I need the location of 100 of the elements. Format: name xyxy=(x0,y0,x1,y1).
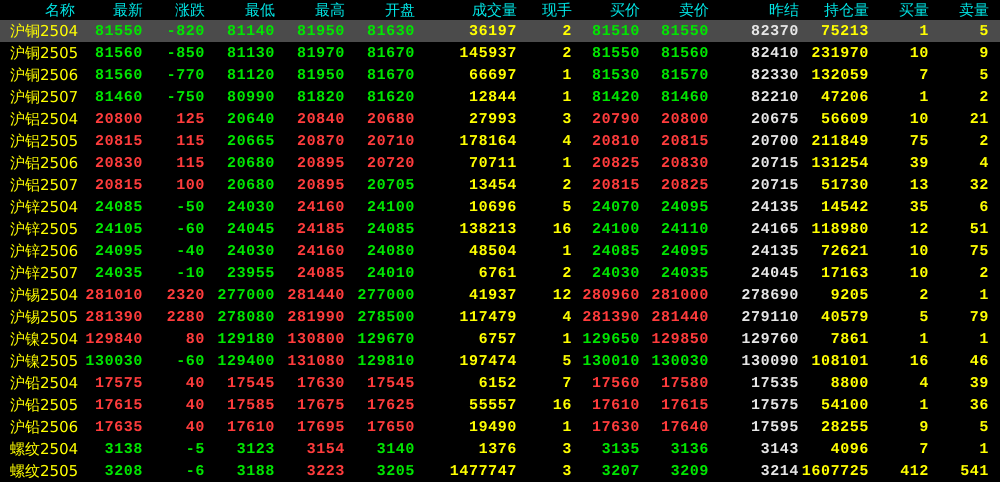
table-cell-text: 沪铅2506 xyxy=(9,418,75,436)
quote-row[interactable]: 沪锌2507 24035 -10 23955 24085 24010 6761 2 24030 24035 24045 17163 10 2 xyxy=(0,262,1000,284)
quote-row[interactable]: 沪铅2506 17635 40 17610 17695 17650 19490 1 17630 17640 17595 28255 9 5 xyxy=(0,416,1000,438)
table-cell-text: 81550 xyxy=(590,44,640,62)
table-cell-text: 5 xyxy=(978,418,989,436)
table-cell-text: 129670 xyxy=(356,330,415,348)
quote-row[interactable]: 沪铜2507 81460 -750 80990 81820 81620 12844 1 81420 81460 82210 47206 1 2 xyxy=(0,86,1000,108)
column-header[interactable]: 最高 xyxy=(275,0,345,20)
table-cell-text: 281440 xyxy=(286,286,345,304)
table-cell-text: 19490 xyxy=(468,418,517,436)
table-cell-text: 278080 xyxy=(216,308,275,326)
table-cell-text: 17615 xyxy=(94,396,143,414)
table-cell-text: 231970 xyxy=(810,44,869,62)
table-cell-text: 20640 xyxy=(226,110,275,128)
table-cell-text: 1 xyxy=(561,418,572,436)
table-cell-text: 17535 xyxy=(750,374,799,392)
table-cell-text: 81550 xyxy=(94,22,143,40)
quote-row[interactable]: 沪锌2504 24085 -50 24030 24160 24100 10696 5 24070 24095 24135 14542 35 6 xyxy=(0,196,1000,218)
table-cell-text: 1 xyxy=(561,66,572,84)
table-cell-text: 4 xyxy=(978,154,989,172)
table-cell-text: 沪镍2505 xyxy=(9,352,75,370)
quote-row[interactable]: 沪铝2507 20815 100 20680 20895 20705 13454 2 20815 20825 20715 51730 13 32 xyxy=(0,174,1000,196)
table-cell-text: 3 xyxy=(561,110,572,128)
table-cell-text: 17635 xyxy=(94,418,143,436)
column-header[interactable]: 最低 xyxy=(205,0,275,20)
table-cell-text: 72621 xyxy=(820,242,869,260)
table-cell-text: 27993 xyxy=(468,110,517,128)
table-cell-text: 20700 xyxy=(750,132,799,150)
table-cell-text: 278690 xyxy=(740,286,799,304)
table-cell-text: 75 xyxy=(908,132,929,150)
column-header[interactable]: 昨结 xyxy=(709,0,799,20)
table-cell-text: 20840 xyxy=(296,110,345,128)
table-cell-text: 7 xyxy=(918,440,929,458)
table-cell-text: 40 xyxy=(184,418,205,436)
column-header[interactable]: 持仓量 xyxy=(799,0,869,20)
table-cell-text: 81970 xyxy=(296,44,345,62)
table-cell-text: 7 xyxy=(561,374,572,392)
column-header[interactable]: 卖价 xyxy=(640,0,709,20)
column-header[interactable]: 现手 xyxy=(517,0,572,20)
quote-row[interactable]: 螺纹2504 3138 -5 3123 3154 3140 1376 3 3135 3136 3143 4096 7 1 xyxy=(0,438,1000,460)
table-cell-text: 24035 xyxy=(660,264,709,282)
quote-row[interactable]: 沪锌2505 24105 -60 24045 24185 24085 138213 16 24100 24110 24165 118980 12 51 xyxy=(0,218,1000,240)
column-header[interactable]: 卖量 xyxy=(929,0,989,20)
table-cell-text: 81820 xyxy=(296,88,345,106)
quote-row[interactable]: 沪铝2506 20830 115 20680 20895 20720 70711 1 20825 20830 20715 131254 39 4 xyxy=(0,152,1000,174)
table-cell-text: 沪铅2505 xyxy=(9,396,75,414)
quote-row[interactable]: 沪锌2506 24095 -40 24030 24160 24080 48504 1 24085 24095 24135 72621 10 75 xyxy=(0,240,1000,262)
table-cell-text: 197474 xyxy=(458,352,517,370)
table-cell-text: 16 xyxy=(552,220,572,238)
quote-row[interactable]: 沪铜2504 81550 -820 81140 81950 81630 36197 2 81510 81550 82370 75213 1 5 xyxy=(0,20,1000,42)
table-cell-text: 17610 xyxy=(590,396,640,414)
table-cell-text: 20715 xyxy=(750,176,799,194)
quote-row[interactable]: 沪铝2505 20815 115 20665 20870 20710 178164 4 20810 20815 20700 211849 75 2 xyxy=(0,130,1000,152)
table-cell-text: 24105 xyxy=(94,220,143,238)
table-cell-text: 39 xyxy=(908,154,929,172)
table-cell-text: 17695 xyxy=(296,418,345,436)
table-cell-text: -770 xyxy=(166,66,205,84)
column-header[interactable]: 买量 xyxy=(869,0,929,20)
quote-row[interactable]: 沪铅2504 17575 40 17545 17630 17545 6152 7 17560 17580 17535 8800 4 39 xyxy=(0,372,1000,394)
column-header[interactable]: 涨跌 xyxy=(143,0,205,20)
table-cell-text: 7 xyxy=(918,66,929,84)
table-cell-text: 277000 xyxy=(356,286,415,304)
quote-row[interactable]: 沪铜2506 81560 -770 81120 81950 81670 66697 1 81530 81570 82330 132059 7 5 xyxy=(0,64,1000,86)
quote-row[interactable]: 沪铜2505 81560 -850 81130 81970 81670 145937 2 81550 81560 82410 231970 10 9 xyxy=(0,42,1000,64)
quote-row[interactable]: 沪镍2505 130030 -60 129400 131080 129810 197474 5 130010 130030 130090 108101 16 46 xyxy=(0,350,1000,372)
quote-row[interactable]: 沪铅2505 17615 40 17585 17675 17625 55557 16 17610 17615 17575 54100 1 36 xyxy=(0,394,1000,416)
table-cell-text: 277000 xyxy=(216,286,275,304)
table-cell-text: 24085 xyxy=(296,264,345,282)
table-cell-text: 16 xyxy=(908,352,929,370)
table-cell-text: 1 xyxy=(918,22,929,40)
table-cell-text: 17585 xyxy=(226,396,275,414)
quote-row[interactable]: 沪铝2504 20800 125 20640 20840 20680 27993 3 20790 20800 20675 56609 10 21 xyxy=(0,108,1000,130)
quote-row[interactable]: 沪锡2504 281010 2320 277000 281440 277000 41937 12 280960 281000 278690 9205 2 1 xyxy=(0,284,1000,306)
table-cell-text: 24045 xyxy=(750,264,799,282)
table-cell-text: 281000 xyxy=(650,286,709,304)
table-cell-text: 3138 xyxy=(104,440,143,458)
column-header[interactable]: 最新 xyxy=(75,0,143,20)
table-cell-text: 1 xyxy=(561,242,572,260)
table-cell-text: 3188 xyxy=(236,462,275,480)
column-header[interactable]: 成交量 xyxy=(415,0,517,20)
column-header[interactable]: 名称 xyxy=(0,0,75,20)
table-cell-text: -850 xyxy=(166,44,205,62)
column-header[interactable]: 开盘 xyxy=(345,0,415,20)
table-cell-text: 130030 xyxy=(650,352,709,370)
table-cell-text: 2320 xyxy=(166,286,205,304)
table-cell-text: 9205 xyxy=(830,286,869,304)
table-cell-text: 17675 xyxy=(296,396,345,414)
table-cell-text: 7861 xyxy=(830,330,869,348)
table-cell-text: 3209 xyxy=(670,462,709,480)
table-cell-text: 17640 xyxy=(660,418,709,436)
table-cell-text: 4 xyxy=(918,374,929,392)
quote-row[interactable]: 螺纹2505 3208 -6 3188 3223 3205 1477747 3 3207 3209 3214 1607725 412 541 xyxy=(0,460,1000,482)
quote-row[interactable]: 沪镍2504 129840 80 129180 130800 129670 6757 1 129650 129850 129760 7861 1 1 xyxy=(0,328,1000,350)
table-cell-text: 3 xyxy=(561,440,572,458)
quote-row[interactable]: 沪锡2505 281390 2280 278080 281990 278500 117479 4 281390 281440 279110 40579 5 79 xyxy=(0,306,1000,328)
column-header[interactable]: 买价 xyxy=(572,0,640,20)
table-cell-text: 6757 xyxy=(478,330,517,348)
table-cell-text: 沪锌2506 xyxy=(9,242,75,260)
table-cell-text: 2 xyxy=(978,132,989,150)
table-cell-text: 17625 xyxy=(366,396,415,414)
